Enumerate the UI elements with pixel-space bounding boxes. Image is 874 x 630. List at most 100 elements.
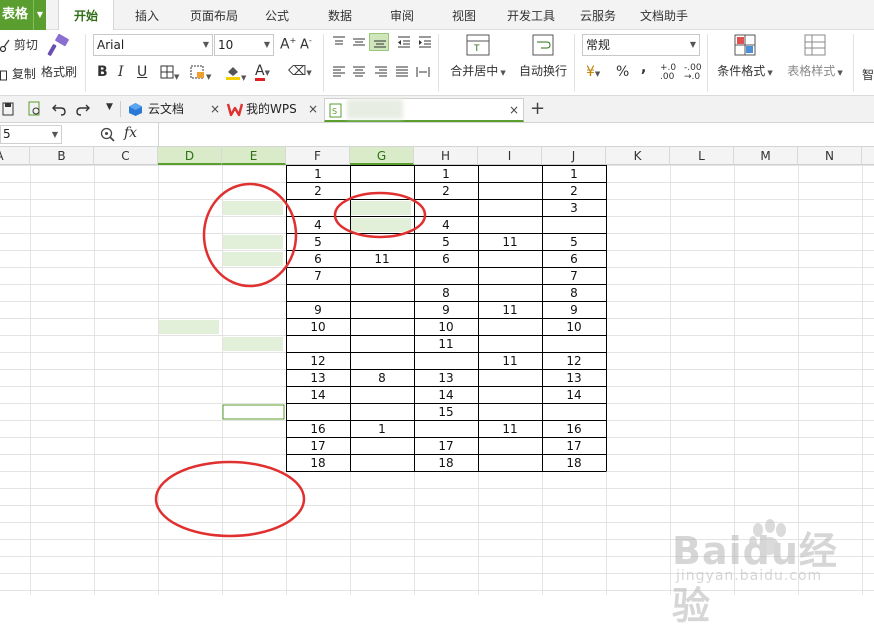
column-header-g[interactable]: G xyxy=(350,147,414,165)
print-preview-icon[interactable] xyxy=(28,101,42,117)
table-cell[interactable] xyxy=(478,438,542,455)
table-cell[interactable] xyxy=(286,200,350,217)
table-cell[interactable] xyxy=(478,268,542,285)
number-format-select[interactable]: 常规 ▼ xyxy=(582,34,700,56)
table-cell[interactable]: 5 xyxy=(414,234,478,251)
table-cell[interactable] xyxy=(350,302,414,319)
table-cell[interactable]: 4 xyxy=(414,217,478,234)
table-cell[interactable] xyxy=(350,438,414,455)
increase-decimal-icon[interactable]: +.0.00 xyxy=(660,64,676,82)
border-button[interactable]: ▼ xyxy=(160,65,179,83)
table-cell[interactable]: 7 xyxy=(286,268,350,285)
app-menu-button[interactable]: 表格 ▼ xyxy=(0,0,46,30)
save-icon[interactable] xyxy=(2,102,14,116)
align-right-icon[interactable] xyxy=(374,65,388,83)
table-cell[interactable] xyxy=(478,387,542,404)
table-cell[interactable] xyxy=(478,183,542,200)
table-cell[interactable] xyxy=(478,404,542,421)
table-cell[interactable]: 16 xyxy=(542,421,606,438)
table-cell[interactable] xyxy=(478,217,542,234)
thousands-button[interactable]: , xyxy=(641,60,646,76)
table-cell[interactable] xyxy=(350,183,414,200)
tab-data[interactable]: 数据 xyxy=(318,0,362,30)
doc-tab-mywps[interactable]: 我的WPS × xyxy=(224,98,322,122)
table-cell[interactable] xyxy=(350,166,414,183)
format-painter-button[interactable]: 格式刷 xyxy=(40,34,78,80)
align-middle-icon[interactable] xyxy=(352,35,366,53)
table-cell[interactable] xyxy=(542,336,606,353)
table-cell[interactable]: 1 xyxy=(350,421,414,438)
table-cell[interactable]: 1 xyxy=(414,166,478,183)
table-cell[interactable]: 12 xyxy=(286,353,350,370)
tab-home[interactable]: 开始 xyxy=(58,0,114,31)
increase-indent-icon[interactable] xyxy=(418,35,432,53)
copy-button[interactable]: 复制 xyxy=(0,65,36,82)
zoom-icon[interactable] xyxy=(100,127,116,143)
table-cell[interactable] xyxy=(286,404,350,421)
table-cell[interactable]: 11 xyxy=(478,302,542,319)
table-cell[interactable] xyxy=(478,166,542,183)
table-cell[interactable] xyxy=(478,285,542,302)
italic-icon[interactable]: I xyxy=(118,64,124,80)
justify-icon[interactable] xyxy=(395,65,409,83)
tab-doc-assistant[interactable]: 文档助手 xyxy=(632,0,696,30)
column-header-c[interactable]: C xyxy=(94,147,158,165)
table-cell[interactable] xyxy=(350,387,414,404)
close-icon[interactable]: × xyxy=(308,98,318,120)
column-header-m[interactable]: M xyxy=(734,147,798,165)
table-cell[interactable] xyxy=(414,421,478,438)
tab-view[interactable]: 视图 xyxy=(442,0,486,30)
table-cell[interactable] xyxy=(542,217,606,234)
table-style-button[interactable]: 表格样式 ▼ xyxy=(782,34,848,79)
column-header-b[interactable]: B xyxy=(30,147,94,165)
merge-center-button[interactable]: T 合并居中 ▼ xyxy=(446,34,510,79)
table-cell[interactable]: 17 xyxy=(414,438,478,455)
table-cell[interactable]: 10 xyxy=(414,319,478,336)
table-cell[interactable]: 2 xyxy=(286,183,350,200)
font-size-select[interactable]: 10 ▼ xyxy=(214,34,274,56)
redo-icon[interactable] xyxy=(76,102,90,116)
table-cell[interactable] xyxy=(478,370,542,387)
table-cell[interactable] xyxy=(478,251,542,268)
name-box[interactable]: 5 ▼ xyxy=(0,125,62,144)
doc-tab-cloud[interactable]: 云文档 × xyxy=(124,98,224,122)
table-cell[interactable]: 16 xyxy=(286,421,350,438)
table-cell[interactable]: 18 xyxy=(414,455,478,472)
table-cell[interactable] xyxy=(350,217,414,234)
table-cell[interactable] xyxy=(286,336,350,353)
decrease-font-icon[interactable]: A- xyxy=(300,36,312,52)
table-cell[interactable]: 1 xyxy=(542,166,606,183)
table-cell[interactable]: 11 xyxy=(414,336,478,353)
table-cell[interactable]: 1 xyxy=(286,166,350,183)
table-cell[interactable]: 5 xyxy=(286,234,350,251)
table-cell[interactable]: 14 xyxy=(542,387,606,404)
font-color-button[interactable]: A▼ xyxy=(255,63,270,81)
tab-formulas[interactable]: 公式 xyxy=(255,0,299,30)
fill-color-button[interactable]: ▼ xyxy=(225,64,246,84)
table-cell[interactable] xyxy=(286,285,350,302)
table-cell[interactable] xyxy=(350,336,414,353)
selected-cell[interactable] xyxy=(222,404,285,420)
table-cell[interactable]: 9 xyxy=(414,302,478,319)
decrease-indent-icon[interactable] xyxy=(397,35,411,53)
distributed-icon[interactable] xyxy=(416,65,430,83)
currency-button[interactable]: ¥▼ xyxy=(586,64,600,80)
cut-button[interactable]: 剪切 xyxy=(0,36,38,53)
table-cell[interactable]: 9 xyxy=(286,302,350,319)
clear-format-button[interactable]: ⌫▼ xyxy=(288,64,312,79)
column-header-h[interactable]: H xyxy=(414,147,478,165)
table-cell[interactable]: 8 xyxy=(414,285,478,302)
column-header-e[interactable]: E xyxy=(222,147,286,165)
table-cell[interactable] xyxy=(350,353,414,370)
app-menu-dropdown-icon[interactable]: ▼ xyxy=(33,0,46,30)
table-cell[interactable]: 17 xyxy=(542,438,606,455)
table-cell[interactable] xyxy=(414,200,478,217)
table-cell[interactable] xyxy=(414,353,478,370)
table-cell[interactable]: 11 xyxy=(478,421,542,438)
table-cell[interactable] xyxy=(350,285,414,302)
fx-icon[interactable]: fx xyxy=(124,125,137,141)
doc-tab-active-sheet[interactable]: S × xyxy=(324,98,524,122)
align-left-icon[interactable] xyxy=(332,65,346,83)
tab-cloud-service[interactable]: 云服务 xyxy=(572,0,624,30)
formula-input[interactable] xyxy=(158,123,874,146)
